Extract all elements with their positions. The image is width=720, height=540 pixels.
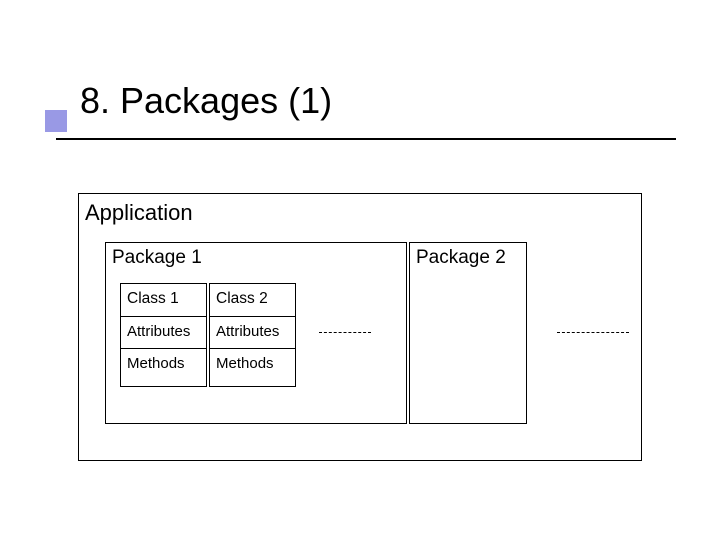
package-2-label: Package 2 [416, 247, 506, 269]
slide-title: 8. Packages (1) [80, 80, 332, 122]
class-1-box: Class 1 Attributes Methods [120, 283, 207, 387]
application-label: Application [85, 200, 193, 226]
slide: 8. Packages (1) Application Package 1 Cl… [0, 0, 720, 540]
class-1-methods: Methods [121, 349, 206, 386]
package-1-box: Package 1 Class 1 Attributes Methods Cla… [105, 242, 407, 424]
package-2-box: Package 2 [409, 242, 527, 424]
connector-dash-2 [557, 332, 629, 333]
title-bullet [45, 110, 67, 132]
connector-dash-1 [319, 332, 371, 333]
class-1-name: Class 1 [121, 284, 206, 317]
class-1-attributes: Attributes [121, 317, 206, 349]
class-2-methods: Methods [210, 349, 295, 386]
title-underline [56, 138, 676, 140]
class-2-box: Class 2 Attributes Methods [209, 283, 296, 387]
package-1-label: Package 1 [112, 247, 202, 269]
class-2-attributes: Attributes [210, 317, 295, 349]
application-box: Application Package 1 Class 1 Attributes… [78, 193, 642, 461]
class-2-name: Class 2 [210, 284, 295, 317]
